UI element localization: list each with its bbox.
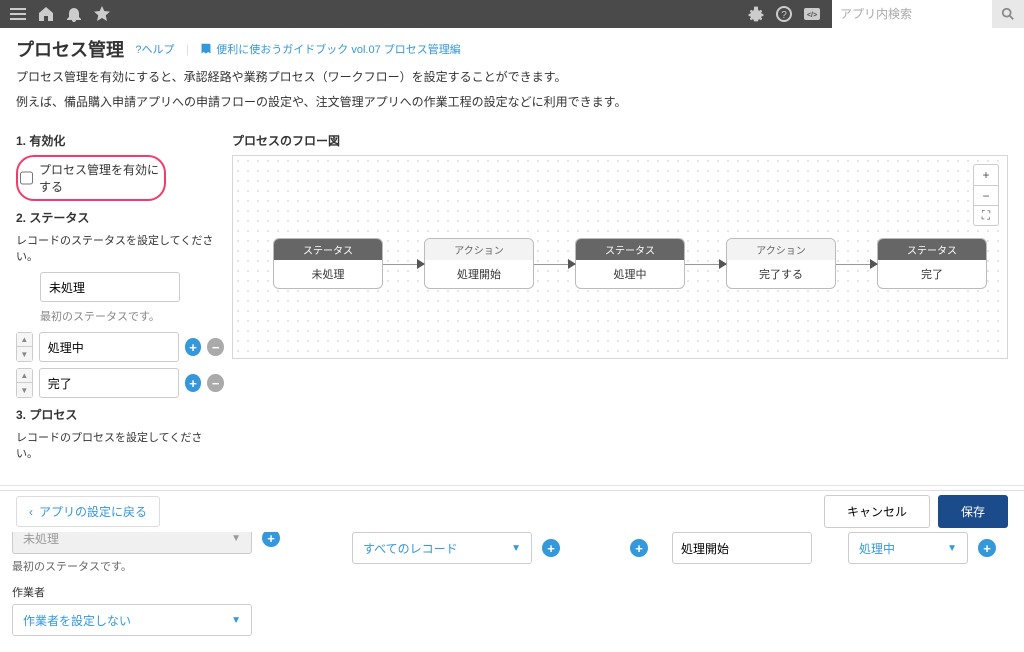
zoom-fit-button[interactable]: ⛶ (974, 205, 998, 225)
back-label: アプリの設定に戻る (39, 503, 147, 520)
before-status-value: 未処理 (23, 530, 59, 547)
flow-status-node[interactable]: ステータス 処理中 (575, 238, 685, 289)
add-branch-button[interactable]: + (630, 539, 648, 557)
first-status-note-2: 最初のステータスです。 (12, 558, 328, 574)
page-title: プロセス管理 (16, 40, 124, 60)
assignee-dropdown[interactable]: 作業者を設定しない ▼ (12, 604, 252, 636)
page-desc-2: 例えば、備品購入申請アプリへの申請フローの設定や、注文管理アプリへの作業工程の設… (16, 93, 1008, 112)
book-icon (200, 43, 212, 55)
after-status-dropdown[interactable]: 処理中 ▼ (848, 532, 968, 564)
flow-arrow (383, 238, 424, 289)
back-to-settings-link[interactable]: ‹ アプリの設定に戻る (16, 496, 160, 527)
add-process-button[interactable]: + (262, 529, 280, 547)
chevron-left-icon: ‹ (29, 505, 33, 519)
after-status-value: 処理中 (859, 540, 895, 557)
remove-status-button[interactable]: − (207, 338, 224, 356)
page-desc-1: プロセス管理を有効にすると、承認経路や業務プロセス（ワークフロー）を設定すること… (16, 68, 1008, 87)
search-input[interactable] (832, 0, 992, 28)
search-button[interactable] (992, 0, 1024, 28)
chevron-down-icon: ▼ (231, 615, 241, 626)
node-header: アクション (425, 239, 533, 260)
status-input-1[interactable] (39, 332, 179, 362)
footer-bar: ‹ アプリの設定に戻る キャンセル 保存 (0, 490, 1024, 532)
move-up-icon[interactable]: ▲ (17, 369, 32, 383)
section-process-title: 3. プロセス (16, 406, 224, 423)
home-icon[interactable] (38, 6, 54, 22)
flow-canvas[interactable]: + − ⛶ ステータス 未処理 アクション 処理開始 ステータス 処理中 (232, 155, 1008, 359)
zoom-out-button[interactable]: − (974, 185, 998, 205)
status-input-0[interactable] (40, 272, 180, 302)
node-label: 処理開始 (425, 260, 533, 288)
flow-arrow (836, 238, 877, 289)
add-status-button[interactable]: + (185, 374, 202, 392)
zoom-in-button[interactable]: + (974, 165, 998, 185)
flow-title: プロセスのフロー図 (232, 132, 1008, 149)
help-link[interactable]: ?ヘルプ (135, 44, 174, 56)
add-condition-button[interactable]: + (542, 539, 560, 557)
gear-icon[interactable] (748, 6, 764, 22)
svg-text:?: ? (781, 10, 787, 21)
first-status-note: 最初のステータスです。 (40, 308, 224, 324)
flow-action-node[interactable]: アクション 完了する (726, 238, 836, 289)
condition-value: すべてのレコード (363, 540, 458, 557)
reorder-handle[interactable]: ▲ ▼ (16, 368, 33, 398)
zoom-controls: + − ⛶ (973, 164, 999, 226)
bell-icon[interactable] (66, 6, 82, 22)
topbar: ? </> (0, 0, 1024, 28)
assignee-label: 作業者 (12, 584, 328, 600)
add-status-button[interactable]: + (185, 338, 202, 356)
reorder-handle[interactable]: ▲ ▼ (16, 332, 33, 362)
node-header: ステータス (576, 239, 684, 260)
search-box (832, 0, 1024, 28)
flow-arrow (534, 238, 575, 289)
condition-dropdown[interactable]: すべてのレコード ▼ (352, 532, 532, 564)
guidebook-text: 便利に使おうガイドブック vol.07 プロセス管理編 (216, 41, 460, 57)
divider: | (186, 42, 189, 56)
enable-highlight: プロセス管理を有効にする (16, 155, 166, 201)
remove-status-button[interactable]: − (207, 374, 224, 392)
section-status-desc: レコードのステータスを設定してください。 (16, 232, 224, 264)
save-button[interactable]: 保存 (938, 495, 1008, 528)
node-header: アクション (727, 239, 835, 260)
node-label: 完了する (727, 260, 835, 288)
enable-label: プロセス管理を有効にする (39, 161, 162, 195)
content-header: プロセス管理 ?ヘルプ | 便利に使おうガイドブック vol.07 プロセス管理… (0, 28, 1024, 116)
section-enable-title: 1. 有効化 (16, 132, 224, 149)
assignee-value: 作業者を設定しない (23, 612, 131, 629)
guidebook-link[interactable]: 便利に使おうガイドブック vol.07 プロセス管理編 (200, 41, 460, 57)
enable-checkbox[interactable] (20, 171, 33, 185)
section-status-title: 2. ステータス (16, 209, 224, 226)
flow-arrow (685, 238, 726, 289)
menu-icon[interactable] (10, 6, 26, 22)
flow-action-node[interactable]: アクション 処理開始 (424, 238, 534, 289)
svg-text:</>: </> (807, 12, 817, 19)
node-label: 未処理 (274, 260, 382, 288)
flow-status-node[interactable]: ステータス 未処理 (273, 238, 383, 289)
chevron-down-icon: ▼ (231, 533, 241, 544)
add-after-button[interactable]: + (978, 539, 996, 557)
node-label: 完了 (878, 260, 986, 288)
action-name-input[interactable] (672, 532, 812, 564)
help-icon[interactable]: ? (776, 6, 792, 22)
status-input-2[interactable] (39, 368, 179, 398)
chevron-down-icon: ▼ (947, 543, 957, 554)
node-header: ステータス (878, 239, 986, 260)
cancel-button[interactable]: キャンセル (824, 495, 930, 528)
node-label: 処理中 (576, 260, 684, 288)
section-process-desc: レコードのプロセスを設定してください。 (16, 429, 224, 461)
chevron-down-icon: ▼ (511, 543, 521, 554)
move-down-icon[interactable]: ▼ (17, 383, 32, 397)
code-icon[interactable]: </> (804, 6, 820, 22)
node-header: ステータス (274, 239, 382, 260)
move-down-icon[interactable]: ▼ (17, 347, 32, 361)
move-up-icon[interactable]: ▲ (17, 333, 32, 347)
flow-status-node[interactable]: ステータス 完了 (877, 238, 987, 289)
star-icon[interactable] (94, 6, 110, 22)
